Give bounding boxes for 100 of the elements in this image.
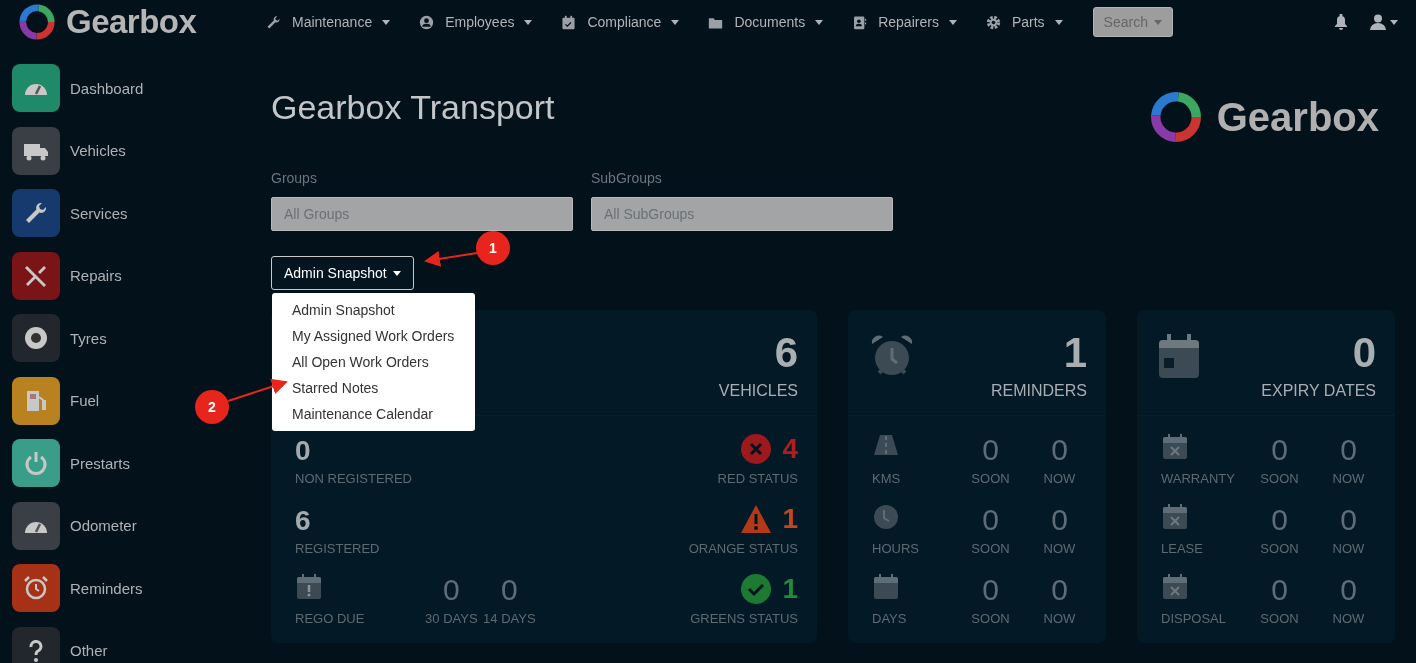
column-label: NOW: [1331, 471, 1366, 486]
stat-label: 30 DAYS: [424, 611, 479, 626]
stat-value: 0: [442, 575, 461, 605]
column-label: NOW: [1042, 611, 1077, 626]
menu-option[interactable]: Admin Snapshot: [272, 297, 475, 323]
nav-menu[interactable]: Employees: [418, 13, 533, 31]
cross-circle-icon: [740, 433, 773, 465]
page-title: Gearbox Transport: [271, 87, 555, 127]
caret-icon: [948, 19, 957, 25]
view-dropdown-button[interactable]: Admin Snapshot: [271, 256, 414, 290]
nav-menu[interactable]: Documents: [707, 13, 824, 31]
stat-value: 6: [295, 507, 312, 535]
column-label: NOW: [1331, 611, 1366, 626]
summary-count: 1: [1062, 332, 1087, 374]
brand-logo-text: Gearbox: [66, 3, 197, 41]
column-label: NOW: [1042, 471, 1077, 486]
callout-badge: 1: [476, 231, 510, 265]
user-menu-icon[interactable]: [1370, 14, 1398, 30]
soon-value: 0: [981, 575, 1000, 605]
menu-option[interactable]: Maintenance Calendar: [272, 401, 475, 427]
sidebar-item[interactable]: Repairs: [12, 251, 122, 300]
wrench-icon: [265, 13, 282, 31]
sidebar-item[interactable]: Prestarts: [12, 439, 130, 487]
stat-value: 0: [500, 575, 519, 605]
calendar-icon: [872, 573, 900, 601]
stat-label: REGISTERED: [295, 541, 380, 556]
row-label: DAYS: [872, 611, 907, 626]
row-label: DISPOSAL: [1161, 611, 1227, 626]
column-label: NOW: [1042, 541, 1077, 556]
vehicle-count: 6: [773, 332, 798, 374]
gear-icon: [984, 13, 1002, 31]
soon-value: 0: [981, 435, 1000, 465]
soon-value: 0: [981, 505, 1000, 535]
menu-option[interactable]: All Open Work Orders: [272, 349, 475, 375]
status-label: ORANGE STATUS: [688, 541, 798, 556]
status-label: RED STATUS: [717, 471, 798, 486]
calendar-x-icon: [1161, 433, 1189, 461]
caret-icon: [524, 19, 533, 25]
status-label: GREENS STATUS: [690, 611, 798, 626]
clock-icon: [872, 503, 900, 531]
row-label: KMS: [872, 471, 901, 486]
filter-label: SubGroups: [591, 170, 663, 186]
nav-menu[interactable]: Repairers: [851, 13, 957, 31]
stat-label: 14 DAYS: [482, 611, 537, 626]
nav-menu[interactable]: Maintenance: [265, 13, 391, 31]
now-value: 0: [1339, 575, 1358, 605]
warning-icon: [740, 503, 773, 535]
person-icon: [418, 13, 436, 31]
check-circle-icon: [740, 573, 773, 605]
status-count: 4: [782, 435, 798, 463]
sidebar-item[interactable]: Vehicles: [12, 126, 126, 175]
calendar-alert-icon: [295, 573, 323, 601]
now-value: 0: [1050, 435, 1069, 465]
menu-option[interactable]: My Assigned Work Orders: [272, 323, 475, 349]
calendar-check-icon: [560, 13, 578, 31]
sidebar-item[interactable]: Odometer: [12, 501, 137, 550]
caret-icon: [392, 270, 401, 276]
column-label: SOON: [1259, 471, 1300, 486]
column-label: SOON: [1259, 541, 1300, 556]
menu-option[interactable]: Starred Notes: [272, 375, 475, 401]
status-count: 1: [782, 505, 798, 533]
sidebar-item[interactable]: Dashboard: [12, 64, 144, 112]
caret-icon: [1054, 19, 1063, 25]
row-label: WARRANTY: [1161, 471, 1235, 486]
sidebar-item[interactable]: Services: [12, 189, 128, 237]
contacts-icon: [851, 13, 869, 31]
logo-ring-icon: [1148, 90, 1203, 144]
logo-ring-icon: [18, 3, 56, 41]
soon-value: 0: [1270, 575, 1289, 605]
sidebar-item[interactable]: Reminders: [12, 564, 143, 612]
card-label: REMINDERS: [991, 382, 1087, 400]
calendar-x-icon: [1161, 503, 1189, 531]
column-label: SOON: [1259, 611, 1300, 626]
column-label: NOW: [1331, 541, 1366, 556]
card-label: VEHICLES: [718, 382, 798, 400]
caret-icon: [815, 19, 824, 25]
row-label: LEASE: [1161, 541, 1203, 556]
status-count: 1: [782, 575, 798, 603]
sidebar-item[interactable]: Other: [12, 626, 108, 663]
now-value: 0: [1050, 505, 1069, 535]
sidebar-item[interactable]: Tyres: [12, 314, 107, 362]
column-label: SOON: [970, 541, 1011, 556]
bell-icon[interactable]: [1334, 14, 1348, 30]
soon-value: 0: [1270, 505, 1289, 535]
nav-menu[interactable]: Compliance: [560, 13, 680, 31]
caret-icon: [1153, 19, 1162, 25]
column-label: SOON: [970, 611, 1011, 626]
callout-badge: 2: [195, 390, 229, 424]
summary-count: 0: [1351, 332, 1376, 374]
nav-menu[interactable]: Parts: [984, 13, 1063, 31]
card-label: EXPIRY DATES: [1261, 382, 1376, 400]
caret-icon: [382, 19, 391, 25]
callout-arrow: [227, 378, 288, 402]
stat-value: 0: [295, 437, 312, 465]
filter-label: Groups: [271, 170, 318, 186]
now-value: 0: [1050, 575, 1069, 605]
row-label: HOURS: [872, 541, 919, 556]
caret-icon: [671, 19, 680, 25]
sidebar-item[interactable]: Fuel: [12, 376, 100, 425]
callout-arrow: [424, 250, 478, 267]
